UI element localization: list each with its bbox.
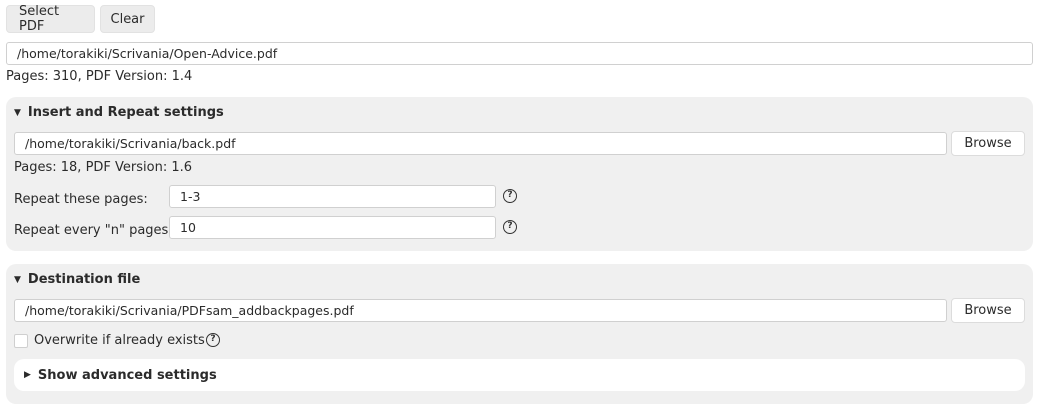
select-pdf-button[interactable]: Select PDF <box>6 4 95 34</box>
advanced-settings-label: Show advanced settings <box>37 367 217 383</box>
question-circle-icon[interactable]: ? <box>503 189 517 203</box>
insert-file-info: Pages: 18, PDF Version: 1.6 <box>14 160 193 175</box>
destination-header[interactable]: ▼ Destination file <box>14 272 140 287</box>
repeat-pages-input[interactable]: 1-3 <box>169 185 496 208</box>
insert-browse-button[interactable]: Browse <box>951 131 1025 156</box>
show-advanced-settings-toggle[interactable]: ▶ Show advanced settings <box>14 359 1025 391</box>
insert-repeat-panel: ▼ Insert and Repeat settings /home/torak… <box>6 97 1033 251</box>
question-circle-icon[interactable]: ? <box>503 220 517 234</box>
source-path-field[interactable]: /home/torakiki/Scrivania/Open-Advice.pdf <box>6 42 1033 65</box>
repeat-pages-label: Repeat these pages: <box>14 192 148 207</box>
repeat-every-label: Repeat every "n" pages: <box>14 223 173 238</box>
question-circle-icon[interactable]: ? <box>206 333 220 347</box>
overwrite-label[interactable]: Overwrite if already exists <box>34 333 205 348</box>
insert-repeat-title: Insert and Repeat settings <box>27 105 224 120</box>
source-info: Pages: 310, PDF Version: 1.4 <box>6 69 193 84</box>
clear-button[interactable]: Clear <box>100 5 155 33</box>
destination-panel: ▼ Destination file /home/torakiki/Scriva… <box>6 264 1033 404</box>
destination-browse-button[interactable]: Browse <box>951 298 1025 323</box>
destination-title: Destination file <box>27 272 141 287</box>
insert-file-path-field[interactable]: /home/torakiki/Scrivania/back.pdf <box>14 132 947 155</box>
triangle-down-icon: ▼ <box>14 274 21 285</box>
repeat-every-input[interactable]: 10 <box>169 216 496 239</box>
overwrite-checkbox[interactable] <box>14 334 28 348</box>
triangle-down-icon: ▼ <box>14 107 21 118</box>
triangle-right-icon: ▶ <box>24 370 31 380</box>
destination-path-field[interactable]: /home/torakiki/Scrivania/PDFsam_addbackp… <box>14 299 947 322</box>
insert-repeat-header[interactable]: ▼ Insert and Repeat settings <box>14 105 224 120</box>
